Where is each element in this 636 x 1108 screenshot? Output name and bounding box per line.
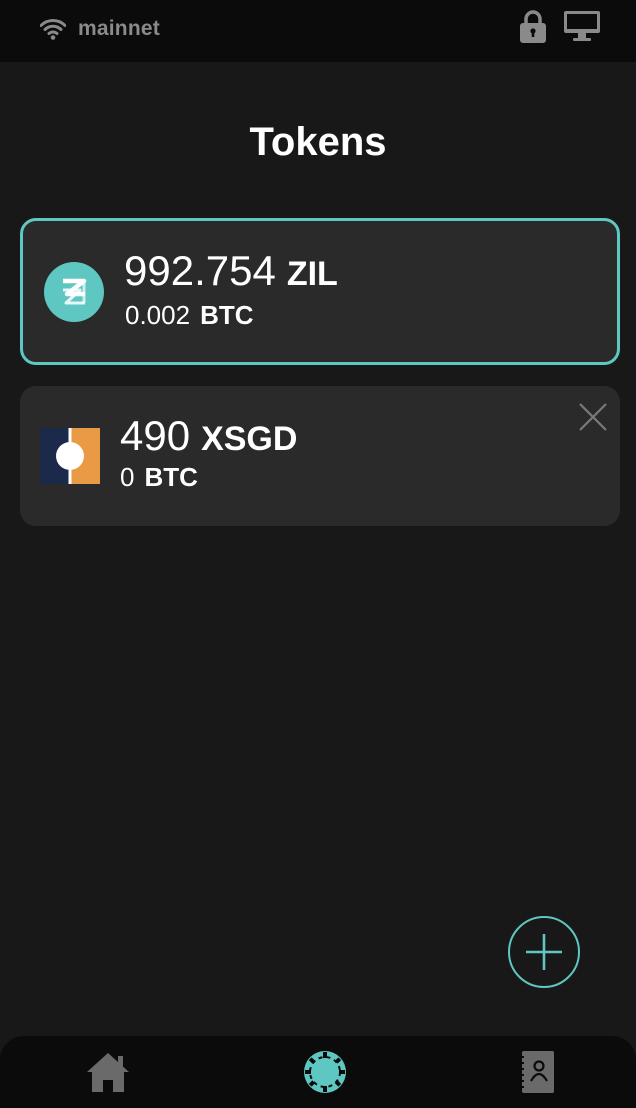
home-icon[interactable] (85, 1050, 131, 1094)
status-bar: mainnet (0, 0, 636, 62)
tokens-icon[interactable] (303, 1050, 347, 1094)
add-token-button[interactable] (508, 916, 580, 988)
xsgd-logo-icon (40, 428, 100, 484)
plus-icon (526, 934, 562, 970)
token-balance: 992.754 ZIL (124, 247, 338, 295)
converted-symbol: BTC (200, 300, 254, 330)
token-converted-balance: 0.002 BTC (125, 300, 254, 331)
token-amount: 992.754 (124, 247, 276, 294)
converted-symbol: BTC (144, 462, 198, 492)
token-symbol: ZIL (286, 255, 338, 293)
token-converted-balance: 0 BTC (120, 462, 198, 493)
token-balance: 490 XSGD (120, 412, 297, 460)
wifi-icon (40, 19, 66, 40)
close-icon[interactable] (578, 402, 608, 432)
converted-amount: 0 (120, 462, 135, 492)
monitor-icon[interactable] (562, 10, 602, 42)
token-symbol: XSGD (201, 420, 298, 458)
page-title: Tokens (249, 120, 387, 164)
network-label: mainnet (78, 17, 160, 40)
token-amount: 490 (120, 412, 191, 459)
token-card-xsgd[interactable]: 490 XSGD 0 BTC (20, 386, 620, 526)
token-card-zil[interactable]: 992.754 ZIL 0.002 BTC (20, 218, 620, 365)
app-root: mainnet Tokens 992.754 ZIL 0.002 BTC 490… (0, 0, 636, 1108)
contacts-icon[interactable] (518, 1050, 556, 1094)
bottom-nav (0, 1036, 636, 1108)
zil-logo-icon (44, 262, 104, 322)
converted-amount: 0.002 (125, 300, 191, 330)
network-indicator[interactable]: mainnet (40, 14, 160, 44)
lock-icon[interactable] (518, 9, 548, 45)
